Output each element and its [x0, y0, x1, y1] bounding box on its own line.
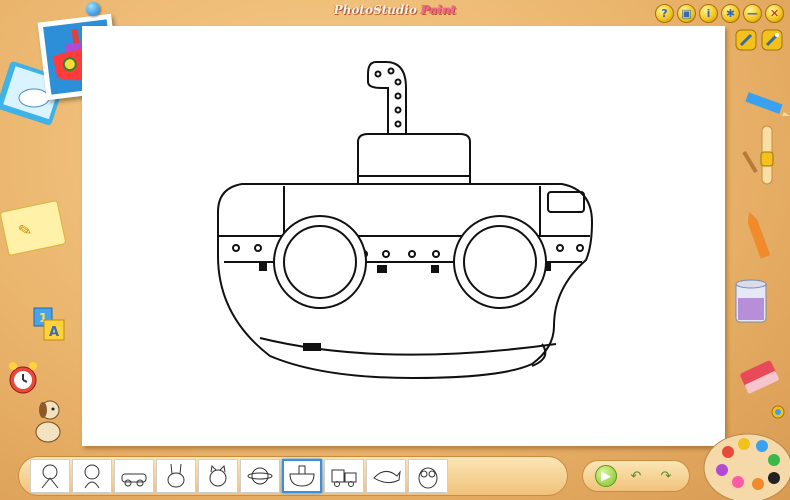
- thumb-cat[interactable]: [198, 459, 238, 493]
- minimize-button[interactable]: —: [743, 4, 762, 23]
- bottom-toolbar: ▶ ↶ ↷: [0, 452, 790, 500]
- play-button[interactable]: ▶: [595, 465, 617, 487]
- app-title-main: PhotoStudio: [333, 3, 417, 17]
- dog-icon[interactable]: [30, 396, 66, 448]
- undo-button[interactable]: ↶: [625, 465, 647, 487]
- close-button[interactable]: ✕: [765, 4, 784, 23]
- thumb-rabbit[interactable]: [156, 459, 196, 493]
- drawing-canvas[interactable]: [82, 26, 725, 446]
- crayon-tool-icon[interactable]: [747, 210, 784, 266]
- svg-text:A: A: [49, 325, 59, 340]
- paint-bucket-icon[interactable]: [732, 276, 772, 336]
- alarm-clock-icon[interactable]: [6, 360, 40, 400]
- navigation-controls: ▶ ↶ ↷: [582, 460, 690, 492]
- paintbrush-tool-icon[interactable]: [742, 150, 762, 184]
- gallery-button[interactable]: ▣: [677, 4, 696, 23]
- brush-tool-buttons: [734, 28, 784, 58]
- eraser-tool-icon[interactable]: [736, 356, 782, 404]
- pencil-tool-icon[interactable]: [740, 90, 790, 124]
- help-button[interactable]: ?: [655, 4, 674, 23]
- thumb-car[interactable]: [114, 459, 154, 493]
- thumb-whale[interactable]: [366, 459, 406, 493]
- info-button[interactable]: i: [699, 4, 718, 23]
- thumb-planet[interactable]: [240, 459, 280, 493]
- thumb-girl[interactable]: [72, 459, 112, 493]
- settings-button[interactable]: ✱: [721, 4, 740, 23]
- pushpin-icon: [86, 2, 100, 16]
- color-picker-icon[interactable]: [770, 404, 786, 424]
- redo-button[interactable]: ↷: [655, 465, 677, 487]
- thumb-train[interactable]: [324, 459, 364, 493]
- app-title-paint: Paint: [421, 3, 457, 17]
- abc-blocks-icon[interactable]: 1 A: [32, 306, 66, 346]
- submarine-drawing: [217, 61, 594, 380]
- window-controls: ? ▣ i ✱ — ✕: [655, 4, 784, 23]
- drawing-pad-icon[interactable]: ✎: [0, 200, 70, 264]
- thumb-clown[interactable]: [30, 459, 70, 493]
- thumb-owl[interactable]: [408, 459, 448, 493]
- thumbnail-list: [30, 459, 448, 493]
- thumb-submarine[interactable]: [282, 459, 322, 493]
